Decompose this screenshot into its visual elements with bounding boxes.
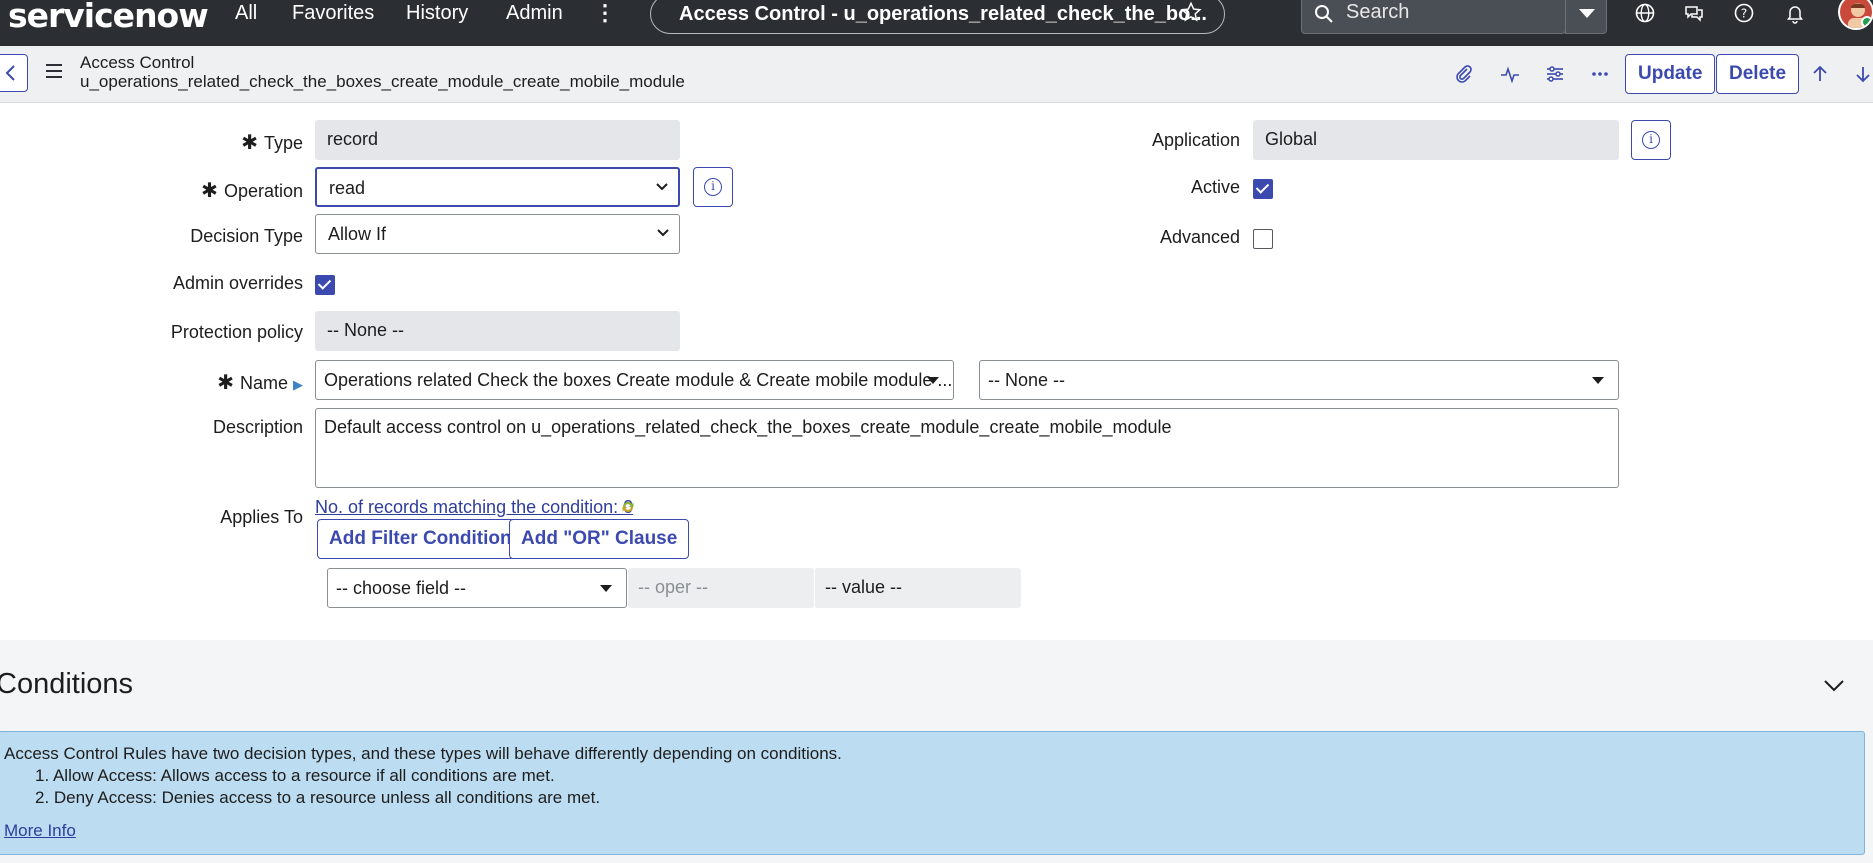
context-title-pill[interactable]: Access Control - u_operations_related_ch… [650,0,1225,34]
back-button[interactable] [0,54,28,92]
form-title: Access Control [80,53,195,72]
bell-icon[interactable] [1784,2,1806,24]
operator-select[interactable]: -- oper -- [628,568,814,608]
chevron-down-icon[interactable] [1823,679,1845,693]
choose-field-value: -- choose field -- [336,578,467,598]
decision-type-select[interactable]: Allow If [315,214,680,254]
caret-down-icon [1592,377,1604,384]
active-checkbox[interactable] [1253,179,1273,199]
name-label: ✱ Name ▶ [217,372,303,394]
admin-overrides-label: Admin overrides [172,273,303,293]
more-actions-icon[interactable] [1589,63,1611,85]
name-field-value: -- None -- [988,370,1066,390]
delete-button[interactable]: Delete [1716,54,1800,94]
expand-triangle-icon[interactable]: ▶ [293,377,303,392]
nav-favorites[interactable]: Favorites [292,2,374,25]
decision-type-label: Decision Type [190,226,303,246]
top-nav: servicenow All Favorites History Admin ⋮… [0,0,1873,46]
operation-info-button[interactable]: i [693,167,733,207]
nav-all[interactable]: All [235,2,257,25]
conditions-info-box: Access Control Rules have two decision t… [0,731,1865,855]
context-title: Access Control - u_operations_related_ch… [679,2,1207,25]
operation-label: ✱ Operation [201,180,303,202]
name-table-select[interactable]: Operations related Check the boxes Creat… [315,360,954,400]
advanced-label: Advanced [1159,227,1240,247]
required-icon: ✱ [241,132,258,154]
protection-policy-label: Protection policy [170,322,303,342]
global-search[interactable]: Search [1301,0,1566,34]
arrow-down-icon[interactable] [1852,63,1873,85]
name-table-value: Operations related Check the boxes Creat… [324,370,953,390]
context-menu-icon[interactable] [46,64,62,82]
caret-down-icon [927,377,939,384]
value-field[interactable]: -- value -- [815,568,1021,608]
settings-sliders-icon[interactable] [1544,63,1566,85]
search-placeholder: Search [1346,1,1410,23]
chevron-left-icon [5,65,15,81]
nav-admin[interactable]: Admin [506,2,563,25]
application-info-button[interactable]: i [1631,120,1671,160]
operation-value: read [329,178,366,198]
decision-type-value: Allow If [328,224,387,244]
description-label: Description [212,417,303,437]
application-label: Application [1151,130,1240,150]
update-button[interactable]: Update [1625,54,1716,94]
conditions-item-allow: 1. Allow Access: Allows access to a reso… [35,766,555,785]
caret-down-icon [600,585,612,592]
add-filter-condition-button[interactable]: Add Filter Condition [317,519,524,559]
conditions-item-deny: 2. Deny Access: Denies access to a resou… [35,788,601,807]
chevron-down-icon [656,183,668,191]
operation-select[interactable]: read [315,167,680,207]
search-scope-dropdown[interactable] [1565,0,1607,34]
search-icon [1315,5,1333,23]
type-label: ✱ Type [241,132,303,154]
presence-indicator [1861,16,1872,28]
conditions-intro: Access Control Rules have two decision t… [4,744,842,763]
star-icon[interactable] [1180,1,1202,23]
application-field: Global [1253,120,1619,160]
svg-text:?: ? [1741,7,1747,21]
arrow-up-icon[interactable] [1809,63,1831,85]
conditions-title: Conditions [0,668,134,700]
chat-icon[interactable] [1683,2,1705,24]
attachment-icon[interactable] [1453,63,1475,85]
servicenow-logo[interactable]: servicenow [8,0,209,35]
form-record-name: u_operations_related_check_the_boxes_cre… [80,72,685,91]
required-icon: ✱ [217,372,234,394]
choose-field-select[interactable]: -- choose field -- [327,568,627,608]
globe-icon[interactable] [1634,2,1656,24]
refresh-icon[interactable] [620,499,636,515]
help-icon[interactable]: ? [1733,2,1755,24]
caret-down-icon [1579,9,1595,18]
info-icon: i [1642,131,1660,149]
nav-history[interactable]: History [406,2,468,25]
description-textarea[interactable]: Default access control on u_operations_r… [315,408,1619,488]
advanced-checkbox[interactable] [1253,229,1273,249]
records-count-link[interactable]: No. of records matching the condition: 0 [315,497,633,518]
form-header: Access Control u_operations_related_chec… [0,46,1873,103]
required-icon: ✱ [201,180,218,202]
active-label: Active [1190,177,1240,197]
more-info-link[interactable]: More Info [4,821,76,841]
more-menu-icon[interactable]: ⋮ [594,0,616,26]
chevron-down-icon [657,229,669,237]
add-or-clause-button[interactable]: Add "OR" Clause [509,519,690,559]
user-avatar[interactable] [1838,0,1873,30]
protection-policy-field: -- None -- [315,311,680,351]
type-field: record [315,120,680,160]
name-field-select[interactable]: -- None -- [979,360,1619,400]
applies-to-label: Applies To [220,507,303,527]
activity-icon[interactable] [1499,63,1521,85]
info-icon: i [704,178,722,196]
admin-overrides-checkbox[interactable] [315,275,335,295]
